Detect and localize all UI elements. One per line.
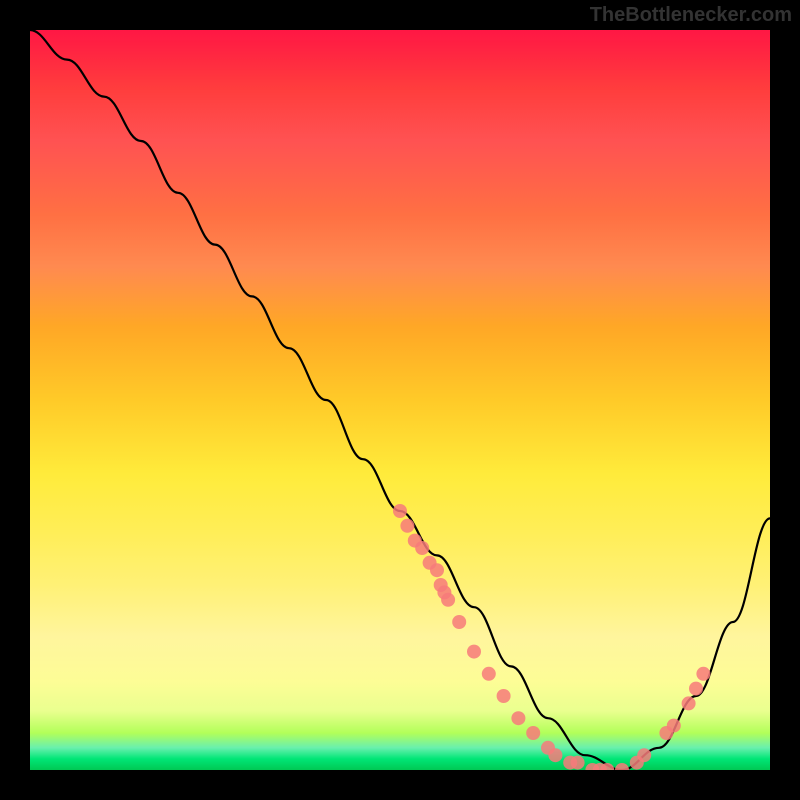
chart-plot-area: [30, 30, 770, 770]
scatter-point: [452, 615, 466, 629]
scatter-point: [548, 748, 562, 762]
scatter-point: [497, 689, 511, 703]
scatter-point: [689, 682, 703, 696]
scatter-point: [415, 541, 429, 555]
scatter-point: [667, 719, 681, 733]
scatter-point: [526, 726, 540, 740]
scatter-point: [511, 711, 525, 725]
scatter-point: [696, 667, 710, 681]
curve-line: [30, 30, 770, 770]
watermark-text: TheBottlenecker.com: [590, 4, 792, 27]
scatter-point: [441, 593, 455, 607]
scatter-point: [393, 504, 407, 518]
scatter-point: [467, 645, 481, 659]
scatter-point: [637, 748, 651, 762]
scatter-point: [615, 763, 629, 770]
scatter-point: [571, 756, 585, 770]
chart-svg: [30, 30, 770, 770]
scatter-point: [482, 667, 496, 681]
scatter-point: [430, 563, 444, 577]
scatter-points: [393, 504, 710, 770]
scatter-point: [682, 696, 696, 710]
scatter-point: [400, 519, 414, 533]
